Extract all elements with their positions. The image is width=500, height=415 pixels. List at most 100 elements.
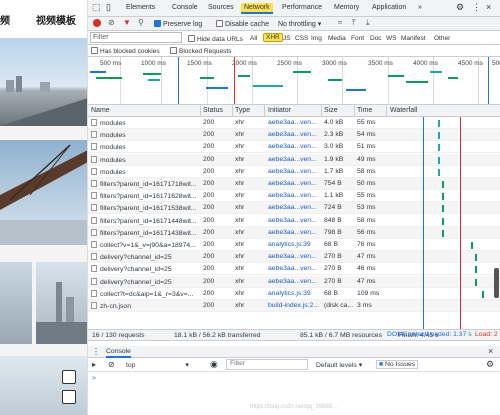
cell-initiator[interactable]: aebe3aa...ven...	[268, 180, 320, 187]
close-devtools-icon[interactable]: ×	[486, 2, 491, 12]
search-icon[interactable]: ⚲	[138, 18, 144, 27]
throttling-select[interactable]: No throttling ▾	[278, 20, 321, 28]
close-drawer-icon[interactable]: ×	[488, 346, 493, 356]
table-row[interactable]: filters?parent_id=16171628wit... 200 xhr ae…	[88, 190, 500, 203]
sidebar-toggle-icon[interactable]: ▸	[92, 360, 96, 369]
cell-initiator[interactable]: aebe3aa...ven...	[268, 192, 320, 199]
filter-type-xhr[interactable]: XHR	[263, 33, 283, 42]
col-name[interactable]: Name	[91, 107, 110, 114]
context-select[interactable]: top ▾	[126, 361, 189, 369]
table-row[interactable]: filters?parent_id=16171448wit... 200 xhr ae…	[88, 215, 500, 227]
cell-initiator[interactable]: aebe3aa...ven...	[268, 131, 320, 138]
table-row[interactable]: modules 200 xhr aebe3aa...ven... 1.9 kB 49 ms	[88, 153, 500, 166]
cell-type: xhr	[235, 241, 245, 248]
col-initiator[interactable]: Initiator	[268, 107, 291, 114]
filter-funnel-icon[interactable]: ▼	[123, 18, 131, 27]
table-row[interactable]: modules 200 xhr aebe3aa...ven... 1.7 kB 58 ms	[88, 166, 500, 178]
tab-memory[interactable]: Memory	[334, 4, 359, 11]
col-waterfall[interactable]: Waterfall	[390, 107, 417, 114]
table-row[interactable]: collect?t=dc&aip=1&_r=3&v=... 200 xhr analy…	[88, 288, 500, 300]
cell-initiator[interactable]: analytics.js:39	[268, 241, 320, 248]
skyline-thumbnail-2[interactable]	[36, 262, 87, 344]
table-row[interactable]: modules 200 xhr aebe3aa...ven... 2.3 kB 54 ms	[88, 129, 500, 142]
table-row[interactable]: filters?parent_id=16171438wit... 200 xhr ae…	[88, 226, 500, 239]
col-status[interactable]: Status	[203, 107, 223, 114]
drawer-menu-icon[interactable]: ⋮	[92, 347, 100, 356]
hide-data-urls-checkbox[interactable]: Hide data URLs	[188, 35, 243, 43]
gear-icon[interactable]: ⚙	[456, 2, 464, 13]
blocked-requests-checkbox[interactable]: Blocked Requests	[170, 47, 231, 55]
cell-initiator[interactable]: aebe3aa...ven...	[268, 253, 320, 260]
filter-type-media[interactable]: Media	[328, 35, 346, 42]
console-prompt[interactable]: >	[92, 375, 96, 382]
table-row[interactable]: filters?parent_id=16171538wit... 200 xhr ae…	[88, 202, 500, 215]
tab-performance[interactable]: Performance	[282, 4, 322, 11]
filter-type-css[interactable]: CSS	[295, 35, 308, 42]
feedback-icon[interactable]	[62, 390, 76, 404]
filter-type-font[interactable]: Font	[351, 35, 364, 42]
col-time[interactable]: Time	[357, 107, 372, 114]
preserve-log-checkbox[interactable]: Preserve log	[154, 20, 202, 28]
tab-elements[interactable]: Elements	[126, 4, 155, 11]
kebab-menu-icon[interactable]: ⋮	[472, 2, 481, 13]
cell-initiator[interactable]: analytics.js:39	[268, 290, 320, 297]
device-toggle-icon[interactable]: ▯	[106, 2, 111, 13]
cell-initiator[interactable]: aebe3aa...ven...	[268, 229, 320, 236]
cell-initiator[interactable]: aebe3aa...ven...	[268, 204, 320, 211]
filter-type-ws[interactable]: WS	[386, 35, 396, 42]
filter-type-js[interactable]: JS	[283, 35, 291, 42]
cell-initiator[interactable]: aebe3aa...ven...	[268, 278, 320, 285]
console-settings-icon[interactable]: ⚙	[486, 359, 494, 370]
cell-initiator[interactable]: aebe3aa...ven...	[268, 156, 320, 163]
table-row[interactable]: delivery?channel_id=25 200 xhr aebe3aa...ve…	[88, 263, 500, 276]
inspect-icon[interactable]: ⬚	[92, 2, 101, 13]
col-size[interactable]: Size	[324, 107, 338, 114]
headset-icon[interactable]	[62, 370, 76, 384]
timeline-overview[interactable]: 500 ms 1000 ms 1500 ms 2000 ms 2500 ms 3000 m…	[88, 57, 500, 105]
tab-console[interactable]: Console	[172, 4, 198, 11]
city-thumbnail[interactable]	[0, 38, 87, 126]
console-filter-input[interactable]: Filter	[226, 359, 308, 370]
col-type[interactable]: Type	[235, 107, 250, 114]
table-row[interactable]: modules 200 xhr aebe3aa...ven... 3.0 kB 51 ms	[88, 141, 500, 154]
filter-type-all[interactable]: All	[250, 35, 257, 42]
clear-icon[interactable]: ⊘	[108, 18, 115, 27]
export-har-icon[interactable]: ⤓	[366, 18, 370, 28]
tab-application[interactable]: Application	[372, 4, 406, 11]
header-title[interactable]: 视频模板	[36, 12, 76, 27]
cell-initiator[interactable]: aebe3aa...ven...	[268, 265, 320, 272]
issues-badge[interactable]: ■ No Issues	[376, 360, 419, 369]
log-levels-select[interactable]: Default levels ▾	[316, 361, 362, 369]
table-row[interactable]: modules 200 xhr aebe3aa...ven... 4.0 kB 55 ms	[88, 117, 500, 129]
filter-type-manifest[interactable]: Manifest	[401, 35, 426, 42]
table-row[interactable]: zh-cn.json 200 xhr build-index.js:2... (disk…	[88, 300, 500, 312]
filter-input[interactable]: Filter	[90, 32, 182, 43]
skyline-thumbnail-1[interactable]	[0, 262, 32, 344]
drawer-tab-console[interactable]: Console	[106, 348, 131, 358]
table-row[interactable]: collect?v=1&_v=j90&a=18974... 200 xhr analy…	[88, 239, 500, 251]
cell-initiator[interactable]: aebe3aa...ven...	[268, 217, 320, 224]
table-scrollbar[interactable]	[494, 268, 499, 298]
table-row[interactable]: filters?parent_id=16171718wit... 200 xhr ae…	[88, 178, 500, 190]
cell-initiator[interactable]: build-index.js:2...	[268, 302, 320, 309]
filter-type-other[interactable]: Other	[434, 35, 450, 42]
bottom-thumbnail[interactable]	[0, 356, 87, 415]
cell-initiator[interactable]: aebe3aa...ven...	[268, 119, 320, 126]
cell-initiator[interactable]: aebe3aa...ven...	[268, 168, 320, 175]
filter-type-doc[interactable]: Doc	[370, 35, 382, 42]
eye-icon[interactable]: ◉	[210, 359, 218, 370]
import-har-icon[interactable]: ⤒	[352, 18, 356, 28]
table-row[interactable]: delivery?channel_id=25 200 xhr aebe3aa...ve…	[88, 275, 500, 288]
bridge-thumbnail[interactable]	[0, 140, 87, 245]
cell-initiator[interactable]: aebe3aa...ven...	[268, 143, 320, 150]
tab-sources[interactable]: Sources	[208, 4, 234, 11]
online-icon[interactable]: ≈	[338, 18, 342, 27]
clear-console-icon[interactable]: ⊘	[108, 360, 115, 369]
table-row[interactable]: delivery?channel_id=25 200 xhr aebe3aa...ve…	[88, 251, 500, 264]
has-blocked-cookies-checkbox[interactable]: Has blocked cookies	[91, 47, 160, 55]
more-tabs-icon[interactable]: »	[418, 4, 422, 11]
filter-type-img[interactable]: Img	[311, 35, 322, 42]
disable-cache-checkbox[interactable]: Disable cache	[216, 20, 269, 28]
tab-network[interactable]: Network	[241, 3, 273, 14]
record-icon[interactable]	[93, 19, 101, 27]
